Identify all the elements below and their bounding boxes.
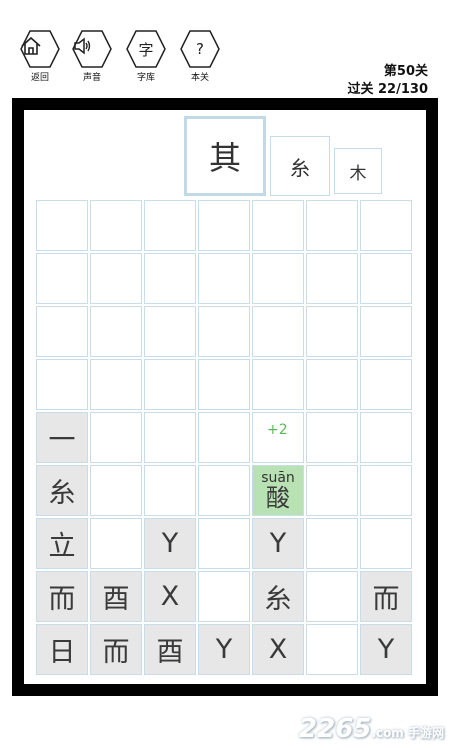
grid-cell[interactable] (360, 412, 412, 463)
grid-cell[interactable] (360, 359, 412, 410)
grid-cell[interactable] (144, 359, 196, 410)
tile[interactable]: X (144, 571, 196, 622)
tile[interactable]: 而 (36, 571, 88, 622)
grid-cell[interactable] (306, 253, 358, 304)
grid-cell[interactable] (90, 253, 142, 304)
component-chip[interactable]: 木 (334, 148, 382, 194)
tile[interactable]: 而 (90, 624, 142, 675)
grid-cell[interactable] (36, 306, 88, 357)
grid-cell[interactable] (90, 306, 142, 357)
grid-cell[interactable] (90, 518, 142, 569)
tile[interactable]: 日 (36, 624, 88, 675)
grid-cell[interactable] (144, 200, 196, 251)
grid-cell[interactable] (144, 465, 196, 516)
level-title: 第50关 (383, 64, 428, 79)
tile[interactable]: Y (252, 518, 304, 569)
grid-cell[interactable] (90, 200, 142, 251)
grid-cell[interactable] (306, 571, 358, 622)
grid-cell[interactable] (306, 412, 358, 463)
grid-cell[interactable] (144, 412, 196, 463)
help-button[interactable]: ? 本关 (178, 30, 222, 83)
sound-button[interactable]: 声音 (70, 30, 114, 83)
target-character[interactable]: 其 (184, 116, 266, 196)
grid-cell[interactable] (252, 200, 304, 251)
grid-cell[interactable] (198, 465, 250, 516)
back-button[interactable]: 返回 (18, 30, 62, 83)
pinyin-label: suān (261, 469, 295, 486)
grid-cell[interactable] (252, 359, 304, 410)
grid-cell[interactable] (198, 412, 250, 463)
back-label: 返回 (30, 73, 49, 83)
grid-cell[interactable] (198, 306, 250, 357)
grid-cell[interactable] (144, 253, 196, 304)
tile[interactable]: 糸 (252, 571, 304, 622)
tile[interactable]: 酉 (90, 571, 142, 622)
grid-cell[interactable] (252, 306, 304, 357)
tile[interactable]: Y (144, 518, 196, 569)
grid-cell[interactable] (144, 306, 196, 357)
highlight-tile[interactable]: suān 酸 (252, 465, 304, 516)
watermark-brand: 2265 (299, 714, 372, 744)
highlight-character: 酸 (266, 483, 290, 512)
grid-cell[interactable] (36, 253, 88, 304)
grid-cell[interactable] (306, 359, 358, 410)
grid-cell[interactable] (306, 465, 358, 516)
tile[interactable]: 而 (360, 571, 412, 622)
grid-cell[interactable] (252, 253, 304, 304)
tile[interactable]: 一 (36, 412, 88, 463)
grid-cell[interactable] (198, 359, 250, 410)
grid-cell[interactable] (198, 200, 250, 251)
grid-cell[interactable] (90, 465, 142, 516)
tile[interactable]: Y (360, 624, 412, 675)
watermark: 2265.com 手游网 (299, 714, 444, 744)
library-button[interactable]: 字 字库 (124, 30, 168, 83)
grid-cell[interactable] (360, 306, 412, 357)
grid-cell[interactable] (36, 200, 88, 251)
grid-cell[interactable] (90, 412, 142, 463)
tile[interactable]: 立 (36, 518, 88, 569)
grid-cell[interactable] (360, 518, 412, 569)
watermark-sub: .com 手游网 (371, 726, 444, 740)
grid-cell[interactable] (306, 624, 358, 675)
grid-cell[interactable] (306, 200, 358, 251)
tile[interactable]: X (252, 624, 304, 675)
level-progress: 过关 22/130 (347, 82, 428, 97)
grid-cell[interactable] (306, 518, 358, 569)
help-label: 本关 (190, 73, 209, 83)
character-icon: 字 (138, 40, 154, 59)
grid-cell[interactable] (360, 465, 412, 516)
component-chip[interactable]: 糸 (270, 136, 330, 196)
home-icon (18, 36, 62, 62)
grid-cell[interactable] (360, 253, 412, 304)
grid-cell[interactable] (198, 253, 250, 304)
tile[interactable]: 酉 (144, 624, 196, 675)
tile[interactable]: Y (198, 624, 250, 675)
grid-cell[interactable] (360, 200, 412, 251)
tile[interactable]: 糸 (36, 465, 88, 516)
grid-cell[interactable] (198, 571, 250, 622)
sound-label: 声音 (82, 73, 101, 83)
speaker-icon (70, 36, 114, 62)
grid-cell[interactable] (198, 518, 250, 569)
bonus-indicator: +2 (267, 422, 288, 438)
question-icon: ? (196, 40, 204, 58)
grid-cell[interactable] (306, 306, 358, 357)
library-label: 字库 (136, 73, 155, 83)
grid-cell[interactable] (90, 359, 142, 410)
game-board: 一 +2 糸 suān 酸 立 Y Y 而 酉 X 糸 而 日 而 酉 Y X … (36, 200, 414, 682)
grid-cell[interactable] (36, 359, 88, 410)
